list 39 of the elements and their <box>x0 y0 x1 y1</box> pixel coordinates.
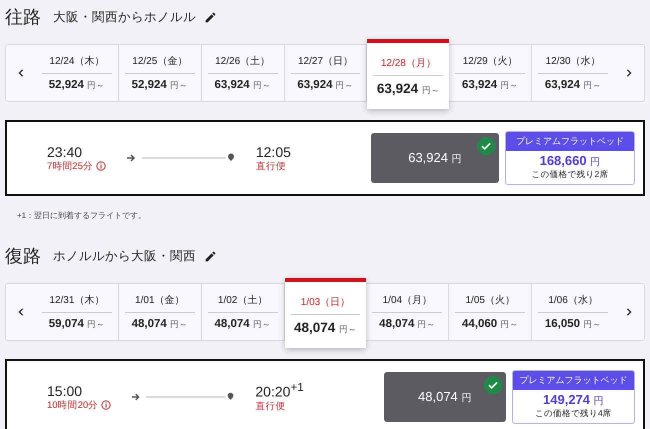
section-title: 往路 <box>5 6 41 29</box>
arrival-time: 12:05 <box>256 144 291 160</box>
chevron-right-icon <box>625 69 634 77</box>
info-icon[interactable] <box>101 400 112 410</box>
premium-fare-option[interactable]: プレミアムフラットベッド 168,660 円 この価格で残り2席 <box>504 131 635 185</box>
chevron-right-icon <box>625 308 634 316</box>
pencil-icon[interactable] <box>204 10 217 24</box>
date-tab[interactable]: 1/06（水） 16,050 円～ <box>532 284 614 340</box>
date-tab[interactable]: 1/05（火） 44,060 円～ <box>449 284 532 340</box>
fare-option[interactable]: 48,074 円 <box>384 372 506 422</box>
footnote: +1：翌日に到着するフライトです。 <box>17 210 148 221</box>
flight-type: 直行便 <box>256 160 286 172</box>
fare-option[interactable]: 63,924 円 <box>370 133 499 183</box>
duration-label: 10時間20分 <box>47 398 98 412</box>
route-label: 大阪・関西からホノルル <box>53 8 196 26</box>
pencil-icon[interactable] <box>204 250 217 262</box>
date-tab[interactable]: 12/24（木） 52,924 円～ <box>36 45 119 101</box>
check-icon <box>476 137 495 155</box>
info-icon[interactable] <box>96 161 106 171</box>
date-tab[interactable]: 12/28（月） 63,924 円～ <box>367 39 450 109</box>
chevron-left-icon <box>17 308 25 316</box>
duration-label: 7時間25分 <box>47 160 93 172</box>
section-title: 復路 <box>5 245 41 268</box>
date-tab[interactable]: 1/03（日） 48,074 円～ <box>284 278 366 348</box>
date-tab[interactable]: 12/31（木） 59,074 円～ <box>36 284 119 340</box>
date-tab[interactable]: 12/26（土） 63,924 円～ <box>202 45 285 101</box>
date-tab[interactable]: 1/04（月） 48,074 円～ <box>366 284 450 340</box>
chevron-left-icon <box>17 69 25 77</box>
date-tab[interactable]: 12/25（金） 52,924 円～ <box>118 45 202 101</box>
premium-fare-option[interactable]: プレミアムフラットベッド 149,274 円 この価格で残り4席 <box>512 370 635 424</box>
departure-time: 15:00 <box>47 382 82 398</box>
arrival-time: 20:20$^{+1}$ <box>255 381 304 400</box>
date-tab[interactable]: 12/29（火） 63,924 円～ <box>449 45 532 101</box>
route-label: ホノルルから大阪・関西 <box>53 248 196 264</box>
departure-time: 23:40 <box>47 144 82 160</box>
check-icon <box>484 376 502 394</box>
date-tab[interactable]: 1/01（金） 48,074 円～ <box>118 284 202 340</box>
date-tab[interactable]: 12/30（水） 63,924 円～ <box>532 45 614 101</box>
flight-type: 直行便 <box>255 400 286 413</box>
